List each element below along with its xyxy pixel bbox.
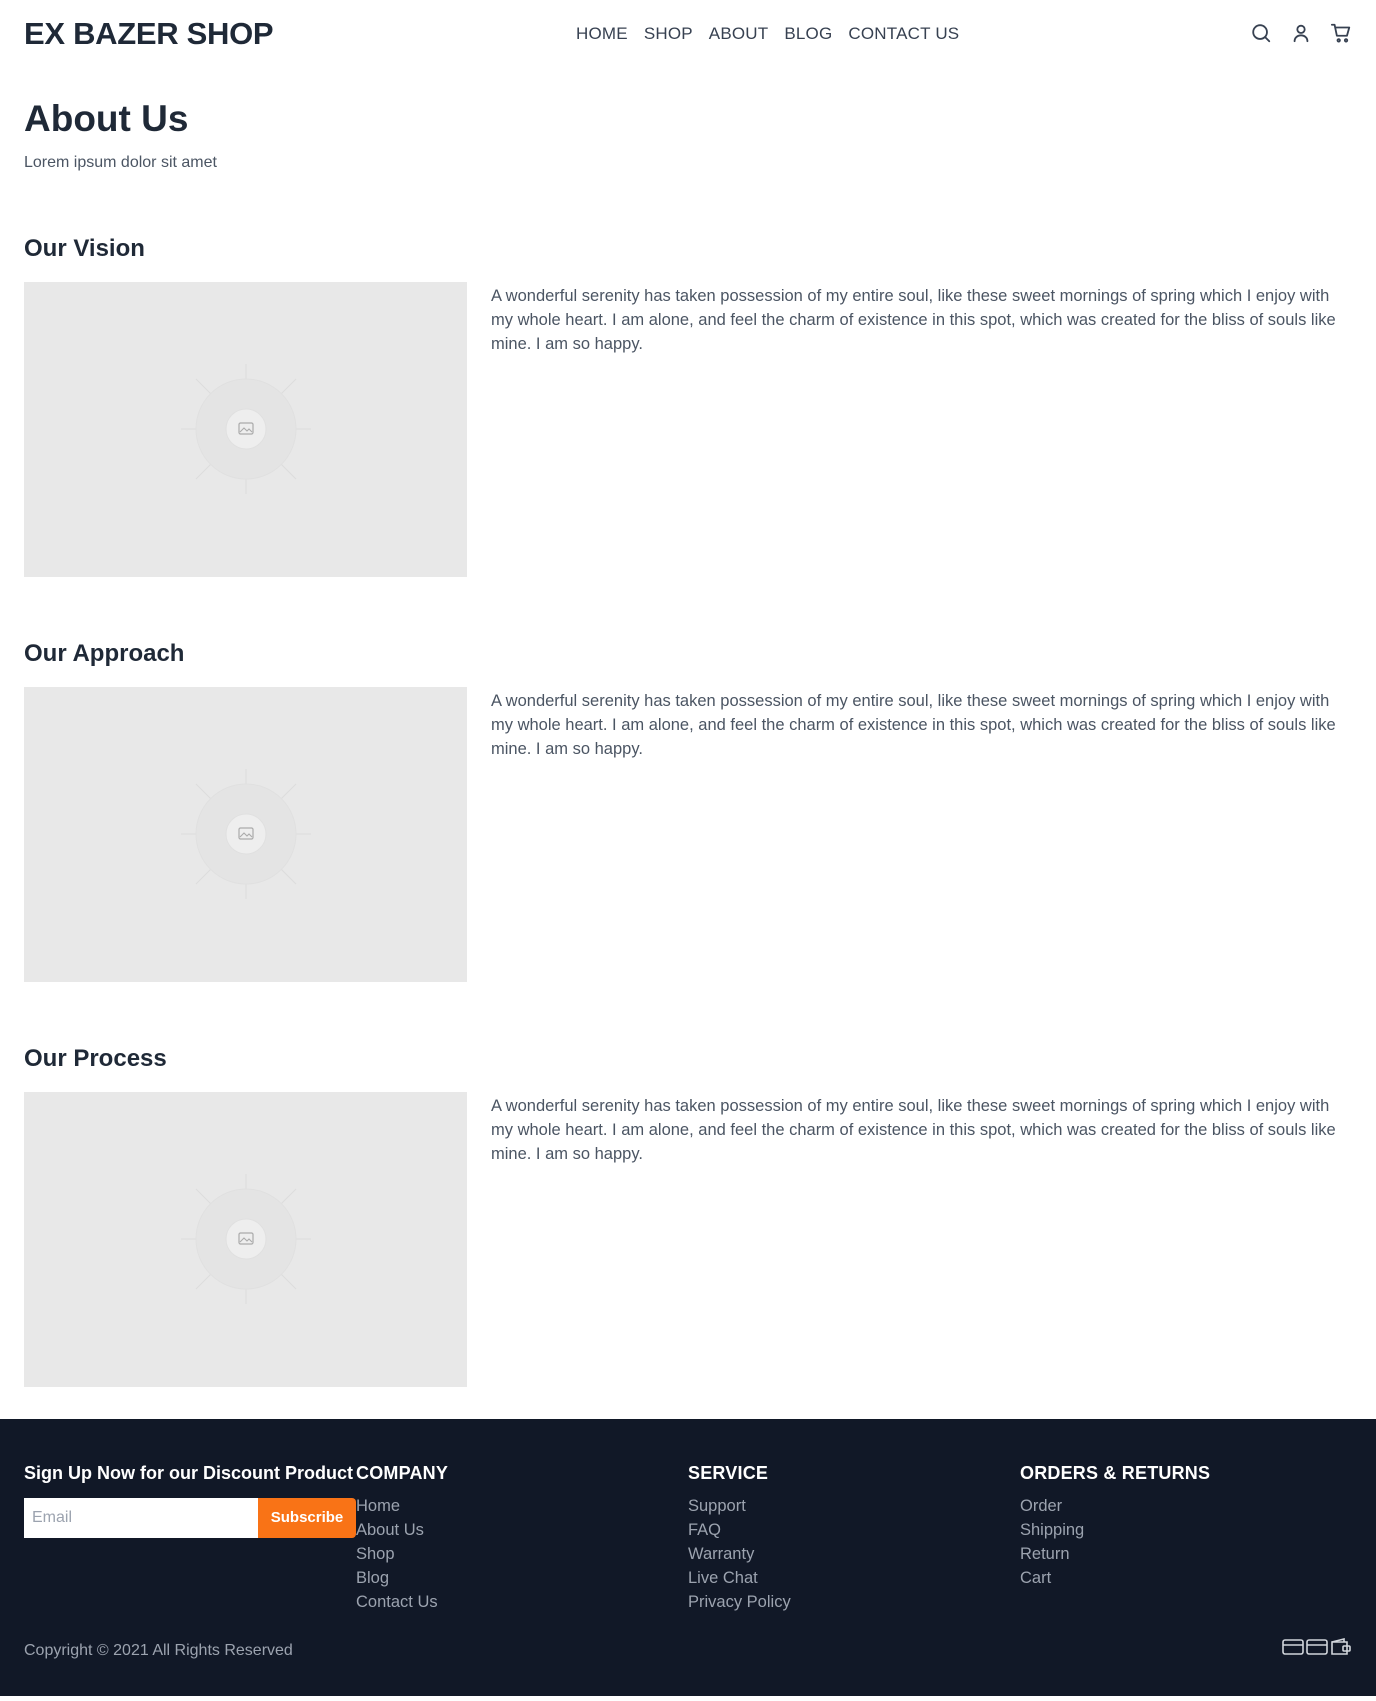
section-title: Our Vision [24, 234, 145, 262]
nav-contact-us[interactable]: CONTACT US [848, 24, 959, 44]
footer-link-support[interactable]: Support [688, 1494, 791, 1518]
footer-link-live-chat[interactable]: Live Chat [688, 1566, 791, 1590]
footer-link-warranty[interactable]: Warranty [688, 1542, 791, 1566]
approach-section: Our Approach A wonderful serenity has ta… [0, 639, 1376, 982]
footer-link-order[interactable]: Order [1020, 1494, 1210, 1518]
search-icon[interactable] [1250, 22, 1272, 44]
nav-home[interactable]: HOME [576, 24, 628, 44]
image-icon [180, 364, 311, 495]
section-body: A wonderful serenity has taken possessio… [491, 1096, 1336, 1163]
credit-card-icon [1282, 1638, 1304, 1655]
nav-blog[interactable]: BLOG [784, 24, 832, 44]
subscribe-button[interactable]: Subscribe [258, 1497, 356, 1538]
process-section: Our Process A wonderful serenity has tak… [0, 1044, 1376, 1387]
newsletter-signup: Sign Up Now for our Discount Product Sub… [24, 1463, 356, 1538]
footer-link-cart[interactable]: Cart [1020, 1566, 1210, 1590]
footer-link-blog[interactable]: Blog [356, 1566, 448, 1590]
section-title: Our Approach [24, 639, 185, 667]
section-body: A wonderful serenity has taken possessio… [491, 691, 1336, 758]
site-footer: Sign Up Now for our Discount Product Sub… [0, 1418, 1376, 1696]
footer-link-shipping[interactable]: Shipping [1020, 1518, 1210, 1542]
wallet-icon [1331, 1637, 1351, 1655]
nav-about[interactable]: ABOUT [709, 24, 769, 44]
footer-heading: COMPANY [356, 1462, 449, 1483]
page-subtitle: Lorem ipsum dolor sit amet [24, 153, 217, 171]
nav-shop[interactable]: SHOP [644, 24, 693, 44]
page-title: About Us [24, 98, 189, 139]
about-hero: About Us Lorem ipsum dolor sit amet [0, 69, 1376, 172]
cart-icon[interactable] [1330, 22, 1352, 44]
footer-link-return[interactable]: Return [1020, 1542, 1210, 1566]
user-icon[interactable] [1290, 22, 1312, 44]
site-header: EX BAZER SHOP HOME SHOP ABOUT BLOG CONTA… [0, 0, 1376, 69]
image-placeholder [24, 1091, 467, 1387]
footer-heading: SERVICE [688, 1462, 769, 1483]
footer-link-about-us[interactable]: About Us [356, 1518, 448, 1542]
header-actions [1250, 22, 1352, 44]
footer-link-home[interactable]: Home [356, 1494, 448, 1518]
image-placeholder [24, 281, 467, 577]
copyright-text: Copyright © 2021 All Rights Reserved [24, 1641, 293, 1659]
image-placeholder [24, 686, 467, 982]
footer-orders: ORDERS & RETURNS Order Shipping Return C… [1020, 1463, 1210, 1590]
footer-company: COMPANY Home About Us Shop Blog Contact … [356, 1463, 448, 1614]
footer-link-contact-us[interactable]: Contact Us [356, 1590, 448, 1614]
footer-link-shop[interactable]: Shop [356, 1542, 448, 1566]
brand-logo[interactable]: EX BAZER SHOP [24, 16, 274, 52]
footer-heading: ORDERS & RETURNS [1020, 1462, 1211, 1483]
payment-icons [1282, 1637, 1352, 1656]
credit-card-icon [1306, 1638, 1328, 1655]
signup-title: Sign Up Now for our Discount Product [24, 1462, 353, 1483]
signup-form: Subscribe [24, 1497, 356, 1538]
image-icon [180, 769, 311, 900]
footer-link-faq[interactable]: FAQ [688, 1518, 791, 1542]
footer-service: SERVICE Support FAQ Warranty Live Chat P… [688, 1463, 791, 1614]
email-input[interactable] [24, 1497, 258, 1538]
footer-link-privacy-policy[interactable]: Privacy Policy [688, 1590, 791, 1614]
image-icon [180, 1174, 311, 1305]
section-title: Our Process [24, 1044, 167, 1072]
main-nav: HOME SHOP ABOUT BLOG CONTACT US [576, 24, 959, 44]
section-body: A wonderful serenity has taken possessio… [491, 286, 1336, 353]
vision-section: Our Vision A wonderful serenity has take… [0, 234, 1376, 577]
